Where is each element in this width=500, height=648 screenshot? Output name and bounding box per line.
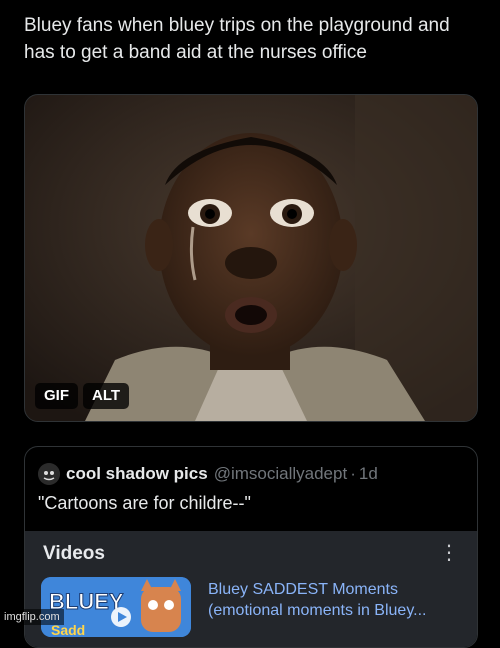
video-thumbnail[interactable]: BLUEY Sadd xyxy=(41,577,191,637)
quoted-handle[interactable]: @imsociallyadept xyxy=(214,464,347,484)
quoted-post[interactable]: cool shadow pics @imsociallyadept · 1d "… xyxy=(24,446,478,648)
post-text: Bluey fans when bluey trips on the playg… xyxy=(24,15,450,63)
video-title-link[interactable]: Bluey SADDEST Moments (emotional moments… xyxy=(208,579,458,621)
quoted-display-name[interactable]: cool shadow pics xyxy=(66,464,208,484)
avatar[interactable] xyxy=(38,463,60,485)
videos-embed: Videos ⋮ BLUEY Sadd Bluey SADDEST Moment… xyxy=(25,531,477,647)
kebab-menu-icon[interactable]: ⋮ xyxy=(439,543,459,563)
alt-badge[interactable]: ALT xyxy=(83,383,130,409)
quoted-post-header: cool shadow pics @imsociallyadept · 1d xyxy=(38,463,378,485)
video-title-line1: Bluey SADDEST Moments xyxy=(208,581,398,598)
video-title-line2: (emotional moments in Bluey... xyxy=(208,602,427,619)
quoted-post-text: "Cartoons are for childre--" xyxy=(38,493,251,513)
post-media[interactable]: GIF ALT xyxy=(24,94,478,422)
watermark: imgflip.com xyxy=(0,609,64,625)
separator: · xyxy=(350,464,356,483)
quoted-timestamp[interactable]: 1d xyxy=(359,464,378,484)
videos-section-title: Videos xyxy=(43,543,105,564)
gif-badge[interactable]: GIF xyxy=(35,383,78,409)
crying-face-photo xyxy=(25,95,477,421)
